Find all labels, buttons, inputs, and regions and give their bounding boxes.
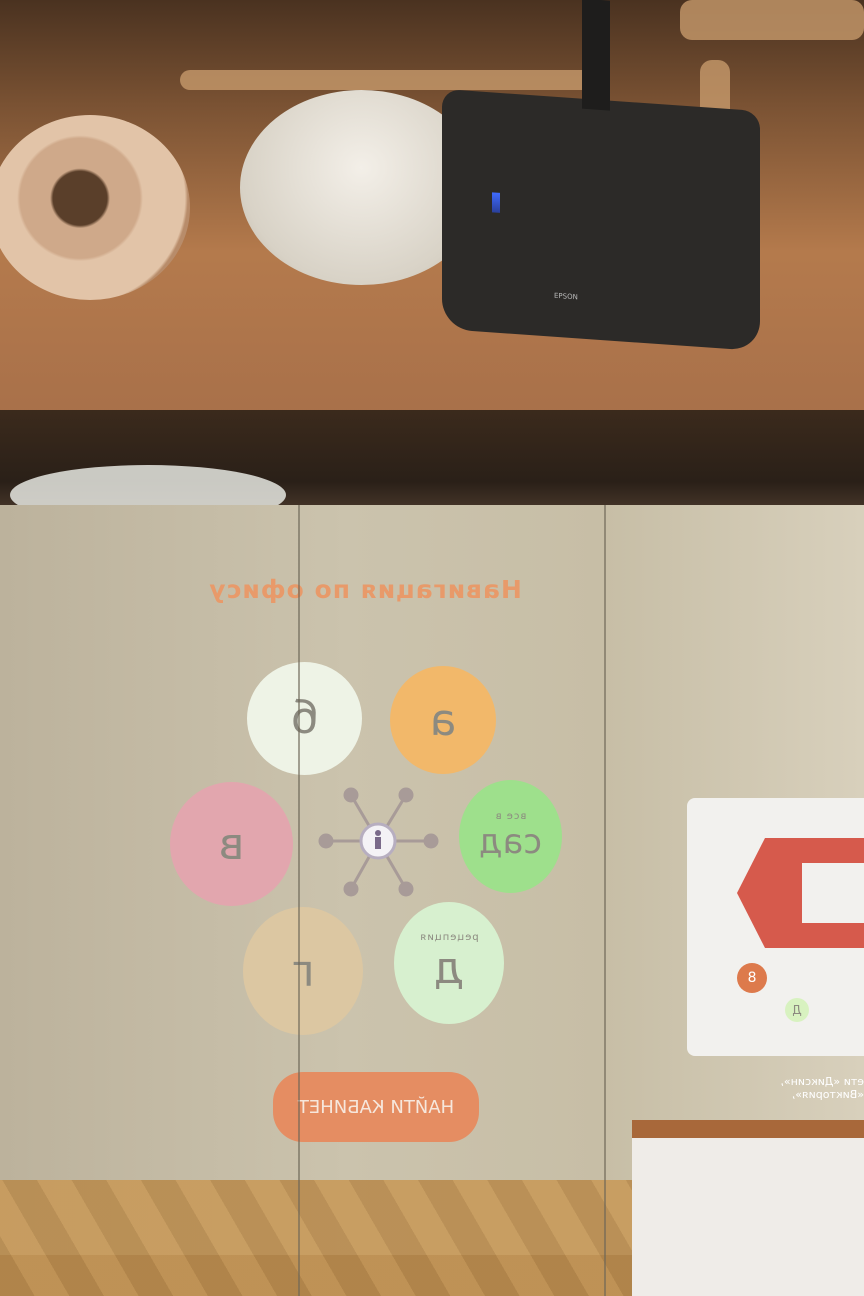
floor-plan-courtyard: [802, 863, 864, 923]
zone-d-button[interactable]: рецепция д: [394, 902, 504, 1024]
projector: EPSON: [442, 0, 760, 352]
zone-marker-label: Д: [792, 1003, 802, 1017]
zone-label: а: [429, 694, 457, 746]
zone-garden-button[interactable]: все в сад: [459, 780, 562, 893]
zone-label: в: [218, 818, 245, 870]
zone-label: б: [290, 693, 319, 744]
status-leds: [492, 192, 500, 213]
zone-g-button[interactable]: г: [243, 907, 363, 1035]
zone-label: г: [291, 945, 315, 997]
glass-seam: [604, 505, 606, 1296]
zone-a-button[interactable]: а: [390, 666, 496, 774]
pipe: [680, 0, 864, 40]
pipe: [180, 70, 600, 90]
desk: [632, 1120, 864, 1296]
room-badge[interactable]: 8: [737, 963, 767, 993]
zone-label: д: [433, 943, 465, 994]
room-badge-number: 8: [747, 970, 757, 986]
projector-mount: [582, 0, 610, 111]
office-map-panel[interactable]: 8 Д: [687, 798, 864, 1056]
glass-seam: [298, 505, 300, 1296]
zone-b-button[interactable]: б: [247, 662, 362, 775]
page-title: Навигация по офису: [208, 575, 522, 604]
side-caption: ети «Диксин», «Виктория»,: [780, 1075, 864, 1101]
projector-brand: EPSON: [554, 291, 578, 302]
zone-caption: все в: [494, 811, 527, 822]
zone-d-marker[interactable]: Д: [785, 998, 809, 1022]
zone-caption: рецепция: [419, 932, 479, 943]
zone-v-button[interactable]: в: [170, 782, 293, 906]
zone-label: сад: [478, 822, 543, 862]
you-are-here-hub-icon[interactable]: [316, 785, 441, 897]
find-office-button[interactable]: НАЙТИ КАБИНЕТ: [273, 1072, 479, 1142]
